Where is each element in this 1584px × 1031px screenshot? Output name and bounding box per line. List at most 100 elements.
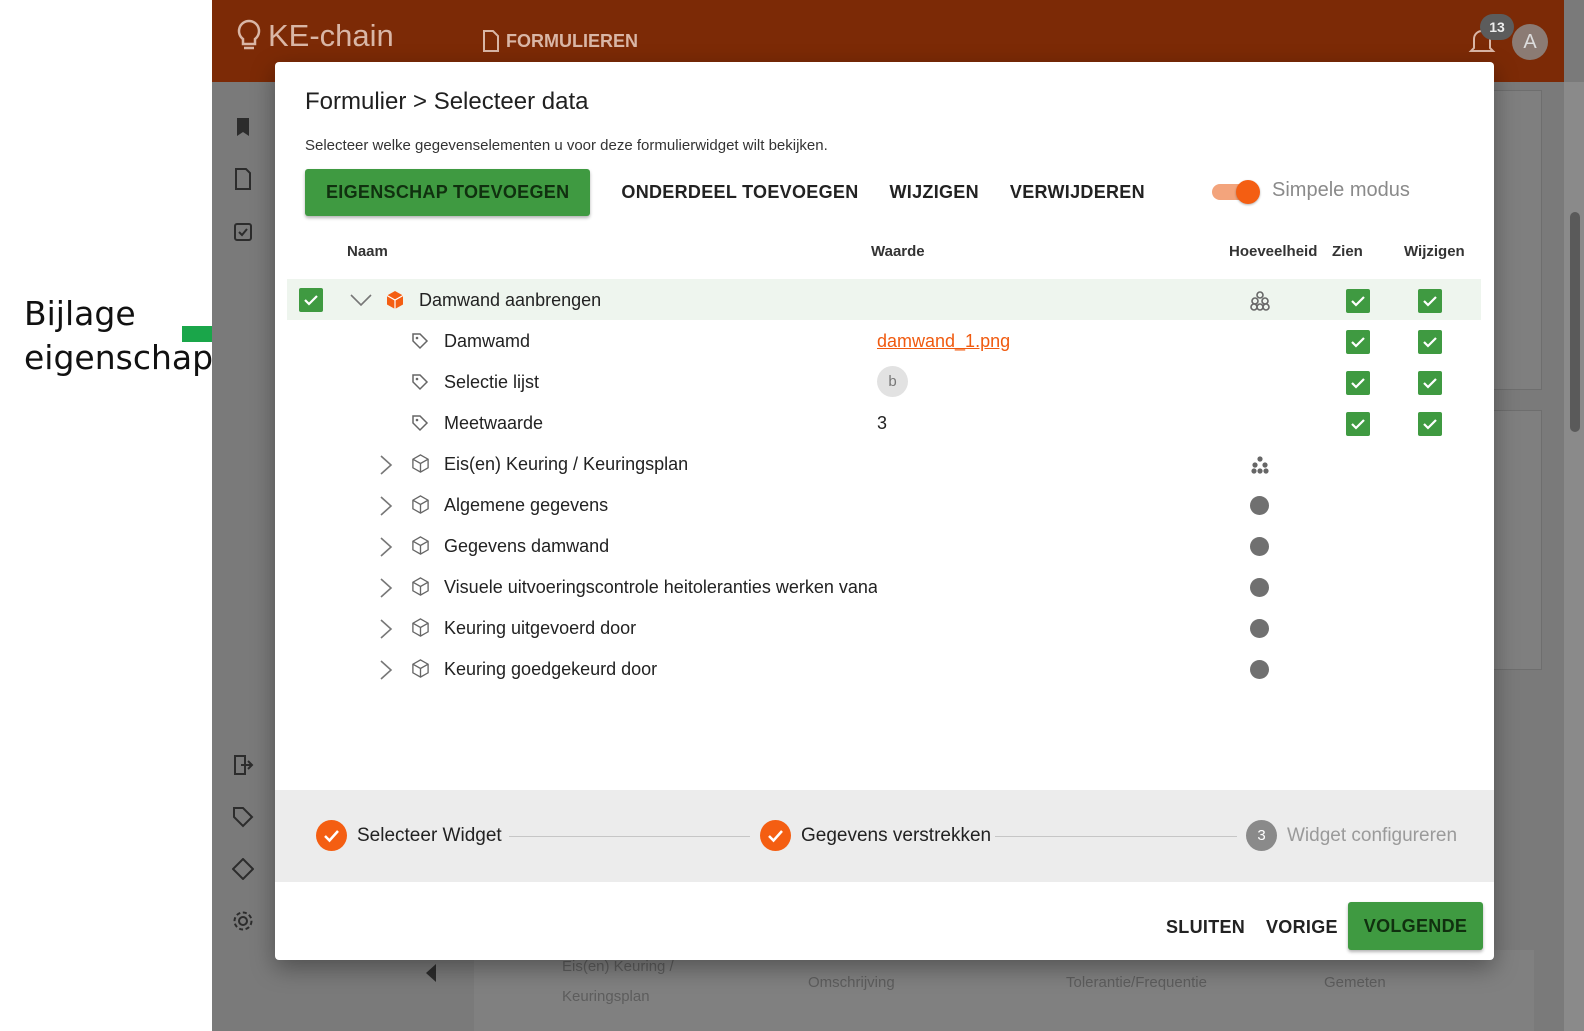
page-scrollbar[interactable] xyxy=(1564,82,1584,1031)
tree-row-part[interactable]: Algemene gegevens xyxy=(287,484,1481,525)
annotation-panel: Bijlage eigenschap xyxy=(0,0,322,1031)
edit-checkbox[interactable] xyxy=(1418,412,1442,436)
lightbulb-icon xyxy=(237,19,261,50)
attachment-link[interactable]: damwand_1.png xyxy=(877,331,1010,352)
select-data-dialog: Formulier > Selecteer data Selecteer wel… xyxy=(275,62,1494,960)
tree-row-part[interactable]: Visuele uitvoeringscontrole heitoleranti… xyxy=(287,566,1481,607)
step-label: Gegevens verstrekken xyxy=(801,825,992,846)
tree-row-part[interactable]: Keuring goedgekeurd door xyxy=(287,648,1481,689)
simple-mode-label: Simpele modus xyxy=(1272,179,1410,201)
row-name: Selectie lijst xyxy=(444,372,540,392)
step-label: Widget configureren xyxy=(1287,825,1458,846)
property-tag-icon xyxy=(412,333,429,350)
tree-row-part[interactable]: Eis(en) Keuring / Keuringsplan xyxy=(287,443,1481,484)
dialog-toolbar: EIGENSCHAP TOEVOEGEN ONDERDEEL TOEVOEGEN… xyxy=(305,169,1145,216)
simple-mode-toggle[interactable] xyxy=(1212,180,1262,204)
single-instance-icon xyxy=(1250,496,1269,515)
property-tag-icon xyxy=(412,374,429,391)
toggle-knob xyxy=(1236,180,1260,204)
single-instance-icon xyxy=(1250,537,1269,556)
chevron-right-icon[interactable] xyxy=(379,577,393,599)
tags-icon[interactable] xyxy=(232,806,254,828)
row-name: Damwamd xyxy=(444,331,531,351)
tree-row-part[interactable]: Gegevens damwand xyxy=(287,525,1481,566)
settings-gear-icon[interactable] xyxy=(232,910,254,932)
chevron-right-icon[interactable] xyxy=(379,495,393,517)
part-cube-icon xyxy=(412,577,429,596)
row-name: Gegevens damwand xyxy=(444,536,610,556)
chevron-down-icon[interactable] xyxy=(349,293,373,307)
tree-row-property[interactable]: Meetwaarde 3 xyxy=(287,402,1481,443)
edit-checkbox[interactable] xyxy=(1418,289,1442,313)
row-name: Visuele uitvoeringscontrole heitoleranti… xyxy=(444,577,877,597)
single-instance-icon xyxy=(1250,660,1269,679)
multi-instance-icon xyxy=(1251,456,1269,474)
view-checkbox[interactable] xyxy=(1346,330,1370,354)
form-document-icon xyxy=(483,30,499,52)
tree-row-part[interactable]: Keuring uitgevoerd door xyxy=(287,607,1481,648)
column-header-quantity[interactable]: Hoeveelheid xyxy=(1229,243,1317,260)
part-cube-icon xyxy=(412,454,429,473)
nav-formulieren[interactable]: FORMULIEREN xyxy=(482,30,638,52)
edit-button[interactable]: WIJZIGEN xyxy=(890,182,979,203)
row-select-checkbox[interactable] xyxy=(299,288,323,312)
brand-logo[interactable]: KE-chain xyxy=(236,18,394,54)
wizard-stepper: Selecteer Widget Gegevens verstrekken 3 … xyxy=(275,790,1494,882)
part-cube-icon xyxy=(412,536,429,555)
row-name: Algemene gegevens xyxy=(444,495,609,515)
edit-checkbox[interactable] xyxy=(1418,371,1442,395)
chevron-right-icon[interactable] xyxy=(379,659,393,681)
row-value: 3 xyxy=(877,413,888,433)
view-checkbox[interactable] xyxy=(1346,289,1370,313)
edit-checkbox[interactable] xyxy=(1418,330,1442,354)
chevron-right-icon[interactable] xyxy=(379,618,393,640)
column-header-view[interactable]: Zien xyxy=(1332,243,1363,260)
row-name: Keuring uitgevoerd door xyxy=(444,618,637,638)
column-header-name[interactable]: Naam xyxy=(347,243,388,260)
chevron-right-icon[interactable] xyxy=(379,454,393,476)
tree-row-property[interactable]: Damwamd damwand_1.png xyxy=(287,320,1481,361)
previous-button[interactable]: VORIGE xyxy=(1266,917,1338,938)
background-text: Eis(en) Keuring / xyxy=(562,958,674,975)
row-name: Eis(en) Keuring / Keuringsplan xyxy=(444,454,689,474)
dialog-title: Formulier > Selecteer data xyxy=(305,88,589,115)
row-name: Damwand aanbrengen xyxy=(419,290,602,310)
step-label: Selecteer Widget xyxy=(357,825,502,846)
part-cube-icon xyxy=(412,495,429,514)
next-button[interactable]: VOLGENDE xyxy=(1348,902,1483,950)
tree-row-property[interactable]: Selectie lijst b xyxy=(287,361,1481,402)
chevron-right-icon[interactable] xyxy=(379,536,393,558)
background-text: Keuringsplan xyxy=(562,988,650,1005)
user-avatar[interactable]: A xyxy=(1512,24,1548,60)
add-property-button[interactable]: EIGENSCHAP TOEVOEGEN xyxy=(305,169,591,216)
background-text: Omschrijving xyxy=(808,974,895,991)
view-checkbox[interactable] xyxy=(1346,371,1370,395)
column-header-edit[interactable]: Wijzigen xyxy=(1404,243,1465,260)
checklist-icon[interactable] xyxy=(232,220,254,242)
row-name: Keuring goedgekeurd door xyxy=(444,659,658,679)
bookmark-icon[interactable] xyxy=(232,116,254,138)
step-connector xyxy=(995,836,1237,837)
background-text: Gemeten xyxy=(1324,974,1386,991)
view-checkbox[interactable] xyxy=(1346,412,1370,436)
selection-chip: b xyxy=(877,366,908,397)
background-table: Eis(en) Keuring / Keuringsplan Omschrijv… xyxy=(474,950,1534,1031)
form-icon[interactable] xyxy=(232,168,254,190)
route-icon[interactable] xyxy=(232,858,254,880)
background-text: Tolerantie/Frequentie xyxy=(1066,974,1207,991)
part-cube-icon xyxy=(412,659,429,678)
multi-instance-icon xyxy=(1250,291,1270,311)
add-part-button[interactable]: ONDERDEEL TOEVOEGEN xyxy=(621,182,858,203)
export-icon[interactable] xyxy=(232,754,254,776)
scroll-thumb[interactable] xyxy=(1570,212,1580,432)
nav-formulieren-label: FORMULIEREN xyxy=(506,30,638,51)
property-tag-icon xyxy=(412,415,429,432)
column-header-value[interactable]: Waarde xyxy=(871,243,925,260)
step-number-badge: 3 xyxy=(1246,820,1277,851)
close-button[interactable]: SLUITEN xyxy=(1166,917,1245,938)
row-name: Meetwaarde xyxy=(444,413,544,433)
collapse-caret-icon[interactable] xyxy=(420,962,442,984)
delete-button[interactable]: VERWIJDEREN xyxy=(1010,182,1145,203)
dialog-subtitle: Selecteer welke gegevenselementen u voor… xyxy=(305,137,828,154)
tree-row-part[interactable]: Damwand aanbrengen xyxy=(287,279,1481,320)
